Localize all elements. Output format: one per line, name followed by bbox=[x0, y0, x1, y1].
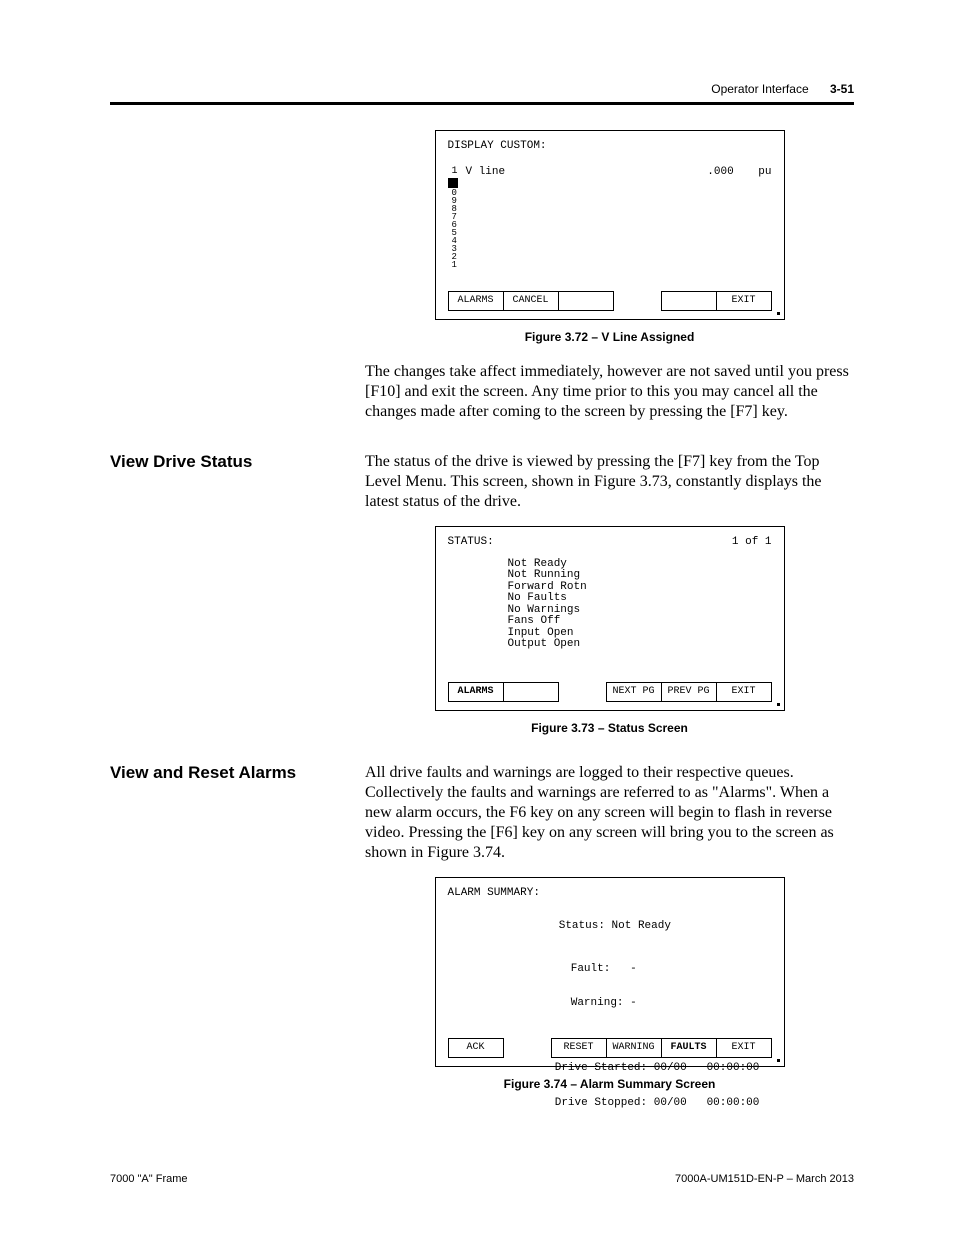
alarms-button[interactable]: ALARMS bbox=[448, 682, 504, 702]
page-footer: 7000 "A" Frame 7000A-UM151D-EN-P – March… bbox=[110, 1173, 854, 1185]
body-paragraph: The status of the drive is viewed by pre… bbox=[365, 452, 854, 512]
drive-stopped-time: 00:00:00 bbox=[707, 1097, 760, 1109]
exit-button[interactable]: EXIT bbox=[716, 291, 772, 311]
figure-73-caption: Figure 3.73 – Status Screen bbox=[365, 721, 854, 735]
softkey-row: ALARMS CANCEL EXIT bbox=[448, 291, 772, 311]
paragraph-block-1: The changes take affect immediately, how… bbox=[365, 362, 854, 422]
manual-page: Operator Interface 3-51 DISPLAY CUSTOM: … bbox=[0, 0, 954, 1235]
drive-started-time: 00:00:00 bbox=[707, 1062, 760, 1074]
fault-label: Fault: bbox=[571, 963, 611, 975]
corner-dot-icon bbox=[777, 312, 780, 315]
status-summary: Status: Not Ready bbox=[480, 910, 772, 945]
status-screen: STATUS: 1 of 1 Not Ready Not Running For… bbox=[435, 526, 785, 711]
screen-body: 1 0987654321 V line .000 pu bbox=[448, 167, 772, 269]
blank-button-3[interactable] bbox=[558, 291, 614, 311]
body-paragraph: All drive faults and warnings are logged… bbox=[365, 763, 854, 863]
cursor-icon bbox=[448, 178, 458, 188]
drive-stopped-label: Drive Stopped: bbox=[555, 1097, 647, 1109]
corner-dot-icon bbox=[777, 1059, 780, 1062]
warning-value: - bbox=[630, 997, 637, 1009]
softkey-row: ACK RESET WARNING FAULTS EXIT bbox=[448, 1038, 772, 1058]
status-label: Status: bbox=[559, 920, 605, 932]
drive-stopped-line: Drive Stopped: 00/00 00:00:00 bbox=[476, 1086, 772, 1121]
footer-left: 7000 "A" Frame bbox=[110, 1173, 188, 1185]
screen-title: ALARM SUMMARY: bbox=[448, 888, 772, 900]
status-lines: Not Ready Not Running Forward Rotn No Fa… bbox=[508, 559, 772, 651]
param-value: .000 bbox=[707, 166, 733, 178]
param-label: V line bbox=[466, 167, 506, 179]
figure-72-caption: Figure 3.72 – V Line Assigned bbox=[365, 330, 854, 344]
footer-right: 7000A-UM151D-EN-P – March 2013 bbox=[675, 1173, 854, 1185]
next-pg-button[interactable]: NEXT PG bbox=[606, 682, 662, 702]
section-view-drive-status: View Drive Status The status of the driv… bbox=[110, 452, 854, 735]
screen-title: STATUS: bbox=[448, 537, 494, 549]
ack-button[interactable]: ACK bbox=[448, 1038, 504, 1058]
status-value: Not Ready bbox=[612, 920, 671, 932]
screen-title-row: STATUS: 1 of 1 bbox=[448, 537, 772, 549]
section-view-reset-alarms: View and Reset Alarms All drive faults a… bbox=[110, 763, 854, 1091]
page-content: DISPLAY CUSTOM: 1 0987654321 V line .000… bbox=[110, 130, 854, 1155]
header-chapter: Operator Interface bbox=[711, 82, 808, 96]
alarm-summary-screen: ALARM SUMMARY: Status: Not Ready Fault: … bbox=[435, 877, 785, 1067]
header-page-number: 3-51 bbox=[830, 82, 854, 96]
cancel-button[interactable]: CANCEL bbox=[503, 291, 559, 311]
body-paragraph: The changes take affect immediately, how… bbox=[365, 362, 854, 422]
drive-stopped-date: 00/00 bbox=[654, 1097, 687, 1109]
param-readout: .000 pu bbox=[707, 167, 771, 179]
warning-label: Warning: bbox=[571, 997, 624, 1009]
section-heading: View and Reset Alarms bbox=[110, 763, 360, 783]
blank-button-2[interactable] bbox=[503, 682, 559, 702]
blank-button-4[interactable] bbox=[661, 291, 717, 311]
running-header: Operator Interface 3-51 bbox=[711, 82, 854, 96]
drive-started-label: Drive Started: bbox=[555, 1062, 647, 1074]
warning-line: Warning: - bbox=[492, 987, 772, 1022]
fault-value: - bbox=[630, 963, 637, 975]
param-unit: pu bbox=[758, 166, 771, 178]
display-custom-screen: DISPLAY CUSTOM: 1 0987654321 V line .000… bbox=[435, 130, 785, 320]
corner-dot-icon bbox=[777, 703, 780, 706]
section-heading: View Drive Status bbox=[110, 452, 360, 472]
exit-button[interactable]: EXIT bbox=[716, 682, 772, 702]
prev-pg-button[interactable]: PREV PG bbox=[661, 682, 717, 702]
drive-started-date: 00/00 bbox=[654, 1062, 687, 1074]
exit-button[interactable]: EXIT bbox=[716, 1038, 772, 1058]
softkey-row: ALARMS NEXT PG PREV PG EXIT bbox=[448, 682, 772, 702]
page-indicator: 1 of 1 bbox=[732, 537, 772, 549]
header-rule bbox=[110, 102, 854, 105]
reset-button[interactable]: RESET bbox=[551, 1038, 607, 1058]
faults-button[interactable]: FAULTS bbox=[661, 1038, 717, 1058]
warning-button[interactable]: WARNING bbox=[606, 1038, 662, 1058]
alarms-button[interactable]: ALARMS bbox=[448, 291, 504, 311]
fault-line: Fault: - bbox=[492, 952, 772, 987]
line-numbers: 0987654321 bbox=[449, 188, 458, 268]
param-row: 1 0987654321 V line .000 pu bbox=[448, 167, 772, 269]
figure-72-wrap: DISPLAY CUSTOM: 1 0987654321 V line .000… bbox=[365, 130, 854, 344]
screen-title: DISPLAY CUSTOM: bbox=[448, 141, 772, 153]
